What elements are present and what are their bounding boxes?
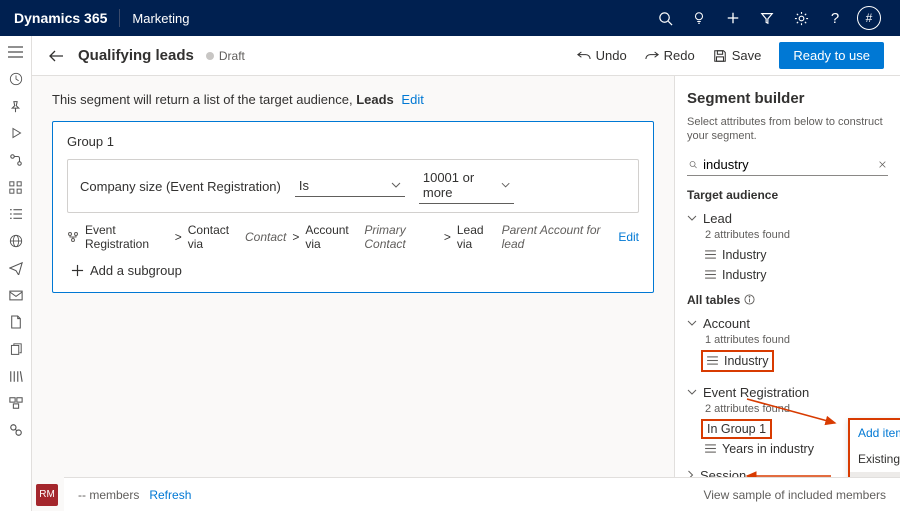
- popup-header: Add item to: [850, 420, 900, 446]
- intro-edit-link[interactable]: Edit: [401, 92, 423, 107]
- group-header: Group 1: [67, 134, 639, 149]
- page-icon[interactable]: [8, 314, 24, 330]
- in-group-1-highlighted[interactable]: In Group 1: [701, 419, 772, 439]
- lightbulb-icon[interactable]: [682, 0, 716, 36]
- lead-industry-1[interactable]: Industry: [687, 245, 888, 265]
- clear-search-icon[interactable]: [879, 159, 886, 170]
- popup-existing-group[interactable]: Existing group›: [850, 446, 900, 472]
- panel-description: Select attributes from below to construc…: [687, 115, 888, 144]
- back-button[interactable]: [48, 49, 64, 63]
- status-label: Draft: [219, 49, 245, 63]
- user-avatar[interactable]: #: [852, 0, 886, 36]
- clock-icon[interactable]: [8, 71, 24, 87]
- path-tree-icon: [67, 231, 79, 243]
- search-input[interactable]: [697, 157, 879, 172]
- search-icon[interactable]: [648, 0, 682, 36]
- view-sample-link[interactable]: View sample of included members: [703, 488, 886, 502]
- undo-button[interactable]: Undo: [577, 48, 627, 63]
- filter-icon[interactable]: [750, 0, 784, 36]
- command-bar: Qualifying leads Draft Undo Redo Save Re…: [32, 36, 900, 76]
- value-dropdown[interactable]: 10001 or more: [419, 168, 514, 204]
- target-audience-header: Target audience: [687, 188, 888, 202]
- left-nav-rail: [0, 36, 32, 511]
- ready-to-use-button[interactable]: Ready to use: [779, 42, 884, 69]
- grid-icon[interactable]: [8, 179, 24, 195]
- group-1: Group 1 Company size (Event Registration…: [52, 121, 654, 293]
- search-icon: [689, 158, 697, 171]
- operator-dropdown[interactable]: Is: [295, 176, 405, 197]
- all-tables-header: All tables: [687, 293, 888, 307]
- header-divider: [119, 9, 120, 27]
- lead-count: 2 attributes found: [687, 229, 888, 241]
- account-count: 1 attributes found: [687, 334, 888, 346]
- info-icon[interactable]: [744, 294, 755, 305]
- add-subgroup-button[interactable]: Add a subgroup: [67, 263, 639, 278]
- module-label: Marketing: [132, 11, 189, 26]
- account-industry-highlighted[interactable]: Industry: [701, 350, 774, 372]
- play-icon[interactable]: [8, 125, 24, 141]
- copy-icon[interactable]: [8, 341, 24, 357]
- user-badge[interactable]: RM: [36, 484, 58, 506]
- list-icon[interactable]: [8, 206, 24, 222]
- condition-attribute: Company size (Event Registration): [80, 179, 281, 194]
- panel-title: Segment builder: [687, 90, 888, 107]
- help-icon[interactable]: ?: [818, 0, 852, 36]
- library-icon[interactable]: [8, 368, 24, 384]
- entity-account[interactable]: Account: [687, 313, 888, 334]
- app-header: Dynamics 365 Marketing ? #: [0, 0, 900, 36]
- footer-bar: RM -- members Refresh View sample of inc…: [64, 477, 900, 511]
- canvas: This segment will return a list of the t…: [32, 76, 674, 511]
- send-icon[interactable]: [8, 260, 24, 276]
- menu-icon[interactable]: [8, 44, 24, 60]
- intro-text: This segment will return a list of the t…: [52, 92, 654, 107]
- eventreg-count: 2 attributes found: [687, 403, 888, 415]
- attribute-search[interactable]: [687, 154, 888, 176]
- path-edit-link[interactable]: Edit: [618, 230, 639, 244]
- relationship-path: Event Registration> Contact via Contact>…: [67, 223, 639, 251]
- entity-lead[interactable]: Lead: [687, 208, 888, 229]
- page-title: Qualifying leads: [78, 47, 194, 64]
- lead-industry-2[interactable]: Industry: [687, 265, 888, 285]
- brand-label: Dynamics 365: [14, 10, 107, 26]
- condition-box: Company size (Event Registration) Is 100…: [67, 159, 639, 213]
- redo-button[interactable]: Redo: [645, 48, 695, 63]
- gear-icon[interactable]: [784, 0, 818, 36]
- segment-builder-panel: Segment builder Select attributes from b…: [674, 76, 900, 511]
- link-icon[interactable]: [8, 422, 24, 438]
- save-button[interactable]: Save: [713, 48, 762, 63]
- segment-icon[interactable]: [8, 395, 24, 411]
- globe-icon[interactable]: [8, 233, 24, 249]
- add-icon[interactable]: [716, 0, 750, 36]
- journey-icon[interactable]: [8, 152, 24, 168]
- refresh-link[interactable]: Refresh: [149, 488, 191, 502]
- mail-icon[interactable]: [8, 287, 24, 303]
- entity-event-registration[interactable]: Event Registration: [687, 382, 888, 403]
- members-count: -- members: [78, 488, 139, 502]
- status-dot: [206, 52, 214, 60]
- pin-icon[interactable]: [8, 98, 24, 114]
